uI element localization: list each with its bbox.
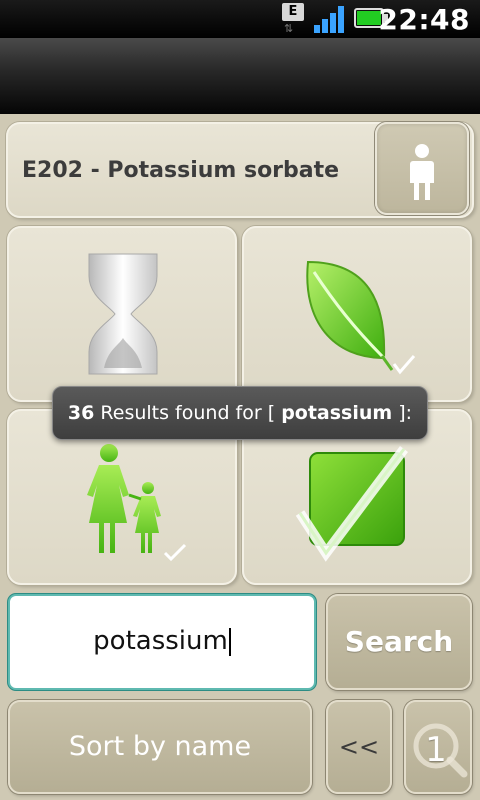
clock: 22:48 xyxy=(378,3,470,36)
person-button[interactable] xyxy=(375,122,469,215)
main-content: E202 - Potassium sorbate 36 Results foun… xyxy=(0,114,480,800)
data-transfer-icon: E ⇅ xyxy=(282,3,306,35)
previous-page-button[interactable]: << xyxy=(326,700,392,794)
signal-icon xyxy=(314,5,348,33)
search-button[interactable]: Search xyxy=(326,594,472,690)
tile-hourglass[interactable] xyxy=(7,226,237,402)
sort-button[interactable]: Sort by name xyxy=(8,700,312,794)
leaf-check-icon xyxy=(306,260,416,375)
hourglass-icon xyxy=(88,253,158,375)
additive-title: E202 - Potassium sorbate xyxy=(22,158,340,183)
results-query: potassium xyxy=(281,402,393,424)
results-count: 36 xyxy=(67,402,95,424)
results-suffix: ]: xyxy=(398,402,413,424)
search-input-value: potassium xyxy=(93,626,228,656)
results-prefix: Results found for [ xyxy=(100,402,276,424)
app-title-bar xyxy=(0,38,480,114)
results-toast: 36 Results found for [ potassium ]: xyxy=(52,386,428,440)
page-number: 1 xyxy=(425,730,447,770)
network-type: E xyxy=(282,3,304,21)
tile-leaf[interactable] xyxy=(242,226,472,402)
text-caret xyxy=(228,627,231,656)
page-button[interactable]: 1 xyxy=(404,700,472,794)
person-icon xyxy=(410,144,434,200)
search-input[interactable]: potassium xyxy=(8,594,316,690)
status-bar: E ⇅ 22:48 xyxy=(0,0,480,38)
